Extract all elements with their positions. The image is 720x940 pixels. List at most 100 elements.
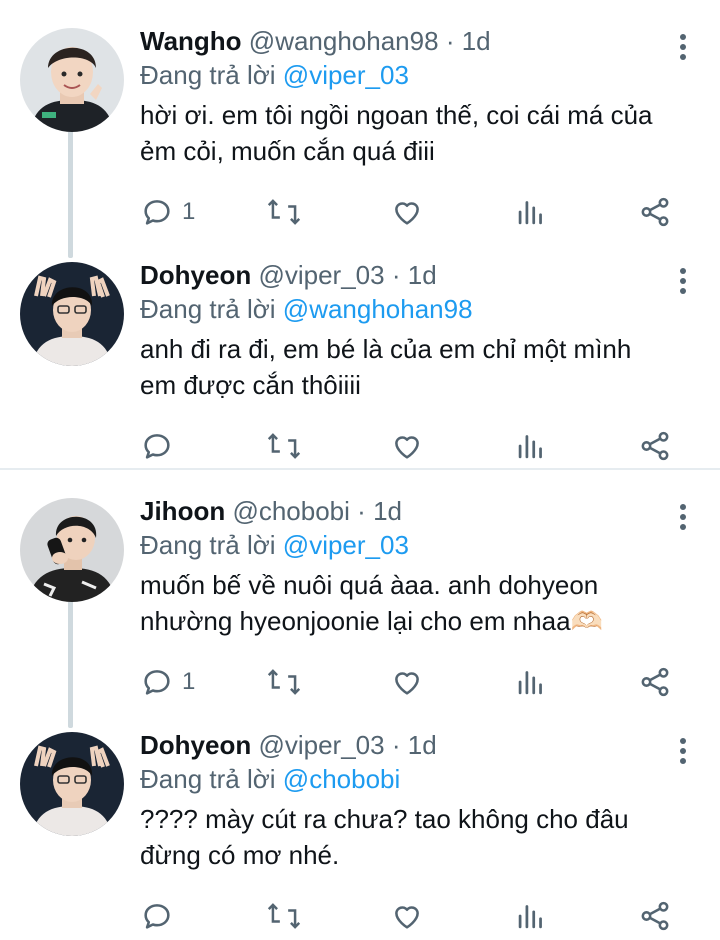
tweet-header: Jihoon @chobobi · 1d [140,494,696,528]
more-icon[interactable] [678,268,688,296]
reply-count: 1 [182,198,196,225]
retweet-button[interactable] [266,192,302,232]
user-handle[interactable]: @chobobi [232,496,349,526]
retweet-icon [267,199,301,225]
share-icon [641,431,669,461]
tweet[interactable]: Dohyeon @viper_03 · 1d Đang trả lời @wan… [0,234,720,468]
avatar[interactable] [20,498,124,602]
share-button[interactable] [638,896,672,936]
reply-button[interactable]: 1 [140,662,195,702]
replying-to: Đang trả lời @chobobi [140,762,696,796]
mention-link[interactable]: @viper_03 [283,530,409,560]
tweet-actions [140,426,700,466]
share-icon [641,667,669,697]
retweet-button[interactable] [266,426,302,466]
share-icon [641,197,669,227]
like-icon [395,672,419,695]
tweet-text-line: đừng có mơ nhé. [140,840,340,870]
thread: Wangho @wanghohan98 · 1d Đang trả lời @v… [0,0,720,468]
replying-to-label: Đang trả lời [140,294,276,324]
more-icon[interactable] [678,504,688,532]
avatar[interactable] [20,262,124,366]
views-icon [518,435,542,459]
tweet-text: anh đi ra đi, em bé là của em chỉ một mì… [140,331,696,403]
tweet-header: Wangho @wanghohan98 · 1d [140,24,696,58]
tweet[interactable]: Dohyeon @viper_03 · 1d Đang trả lời @cho… [0,704,720,938]
timestamp[interactable]: 1d [408,730,437,760]
retweet-icon [267,669,301,695]
reply-icon [144,670,170,695]
retweet-button[interactable] [266,662,302,702]
tweet-content: Wangho @wanghohan98 · 1d Đang trả lời @v… [140,24,696,169]
views-button[interactable] [516,896,546,936]
like-button[interactable] [390,192,424,232]
share-button[interactable] [638,192,672,232]
views-button[interactable] [516,192,546,232]
share-button[interactable] [638,662,672,702]
user-handle[interactable]: @viper_03 [258,730,384,760]
views-button[interactable] [516,426,546,466]
separator-dot: · [391,730,401,760]
tweet[interactable]: Wangho @wanghohan98 · 1d Đang trả lời @v… [0,0,720,234]
timestamp[interactable]: 1d [462,26,491,56]
tweet-header: Dohyeon @viper_03 · 1d [140,258,696,292]
separator-dot: · [445,26,455,56]
reply-button[interactable] [140,426,182,466]
share-icon [641,901,669,931]
replying-to-label: Đang trả lời [140,60,276,90]
like-button[interactable] [390,662,424,702]
tweet[interactable]: Jihoon @chobobi · 1d Đang trả lời @viper… [0,470,720,704]
share-button[interactable] [638,426,672,466]
user-handle[interactable]: @viper_03 [258,260,384,290]
replying-to: Đang trả lời @viper_03 [140,528,696,562]
like-icon [395,906,419,929]
reply-count: 1 [182,668,196,695]
tweet-text-line: nhường hyeonjoonie lại cho em nhaa🫶🏻 [140,606,603,636]
reply-icon [144,434,170,459]
tweet-text-line: anh đi ra đi, em bé là của em chỉ một mì… [140,334,632,364]
display-name[interactable]: Dohyeon [140,730,251,760]
like-icon [395,436,419,459]
avatar[interactable] [20,732,124,836]
tweet-content: Dohyeon @viper_03 · 1d Đang trả lời @cho… [140,728,696,873]
retweet-button[interactable] [266,896,302,936]
tweet-text-line: hời ơi. em tôi ngồi ngoan thế, coi cái m… [140,100,653,130]
tweet-text-line: ???? mày cút ra chưa? tao không cho đâu [140,804,629,834]
tweet-text-line: muốn bế về nuôi quá àaa. anh dohyeon [140,570,599,600]
views-icon [518,201,542,225]
tweet-content: Jihoon @chobobi · 1d Đang trả lời @viper… [140,494,696,639]
views-icon [518,671,542,695]
like-button[interactable] [390,896,424,936]
retweet-icon [267,433,301,459]
reply-icon [144,200,170,225]
views-button[interactable] [516,662,546,702]
like-button[interactable] [390,426,424,466]
user-handle[interactable]: @wanghohan98 [249,26,439,56]
tweet-text: ???? mày cút ra chưa? tao không cho đâu … [140,801,696,873]
display-name[interactable]: Jihoon [140,496,225,526]
display-name[interactable]: Dohyeon [140,260,251,290]
timestamp[interactable]: 1d [373,496,402,526]
separator-dot: · [391,260,401,290]
more-icon[interactable] [678,34,688,62]
reply-button[interactable] [140,896,182,936]
display-name[interactable]: Wangho [140,26,242,56]
tweet-header: Dohyeon @viper_03 · 1d [140,728,696,762]
replying-to-label: Đang trả lời [140,764,276,794]
tweet-actions: 1 [140,192,700,232]
tweet-actions: 1 [140,662,700,702]
tweet-text: muốn bế về nuôi quá àaa. anh dohyeon như… [140,567,696,639]
replying-to: Đang trả lời @wanghohan98 [140,292,696,326]
mention-link[interactable]: @viper_03 [283,60,409,90]
mention-link[interactable]: @chobobi [283,764,400,794]
timestamp[interactable]: 1d [408,260,437,290]
replying-to: Đang trả lời @viper_03 [140,58,696,92]
more-icon[interactable] [678,738,688,766]
thread: Jihoon @chobobi · 1d Đang trả lời @viper… [0,468,720,936]
tweet-actions [140,896,700,936]
mention-link[interactable]: @wanghohan98 [283,294,473,324]
reply-button[interactable]: 1 [140,192,195,232]
avatar[interactable] [20,28,124,132]
tweet-text-line: em được cắn thôiiii [140,370,361,400]
tweet-text-line: ẻm cỏi, muốn cắn quá điii [140,136,435,166]
